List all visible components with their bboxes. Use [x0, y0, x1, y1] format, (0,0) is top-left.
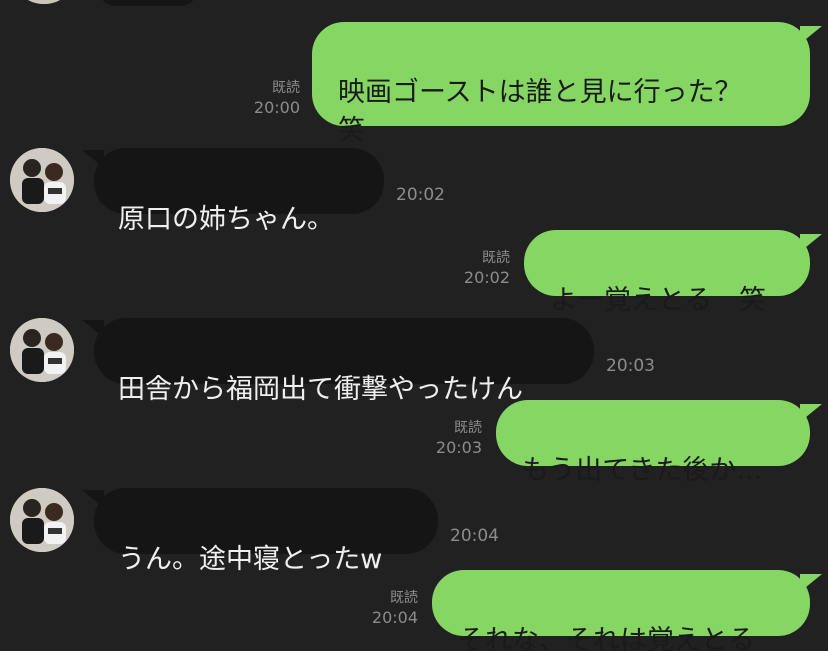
chat-thread[interactable]: 既読 20:00 映画ゴーストは誰と見に行った？ 笑 原口の姉ちゃん。 20:0…: [0, 0, 828, 651]
message-meta: 既読 20:04: [354, 588, 418, 628]
message-bubble-incoming-partial[interactable]: [98, 0, 198, 6]
message-text: うん。途中寝とったw: [118, 544, 383, 575]
contact-avatar[interactable]: [10, 488, 74, 552]
bubble-tail: [800, 574, 822, 592]
read-receipt: 既読: [482, 250, 510, 266]
contact-avatar-photo-icon: [10, 318, 74, 382]
message-bubble-outgoing[interactable]: もう出てきた後か...: [496, 400, 810, 486]
message-text: 原口の姉ちゃん。: [118, 204, 334, 235]
message-meta: 既読 20:02: [446, 248, 510, 288]
contact-avatar[interactable]: [16, 0, 72, 4]
message-bubble-outgoing[interactable]: それな、それは覚えとる: [432, 570, 810, 651]
message-bubble-incoming[interactable]: 原口の姉ちゃん。: [94, 148, 384, 235]
read-receipt: 既読: [454, 420, 482, 436]
bubble-tail: [800, 26, 822, 44]
message-time: 20:03: [606, 356, 655, 376]
message-meta: 既読 20:03: [418, 418, 482, 458]
contact-avatar[interactable]: [10, 318, 74, 382]
bubble-tail: [800, 234, 822, 252]
message-time: 20:04: [450, 526, 499, 546]
message-text: もう出てきた後か...: [522, 455, 763, 486]
read-receipt: 既読: [272, 80, 300, 96]
message-text: よー覚えとる 笑: [550, 285, 766, 316]
message-time: 20:02: [396, 185, 445, 205]
message-time: 20:03: [435, 438, 482, 457]
message-time: 20:00: [253, 98, 300, 117]
contact-avatar-photo-icon: [10, 488, 74, 552]
bubble-tail: [800, 404, 822, 422]
message-time: 20:02: [463, 268, 510, 287]
read-receipt: 既読: [390, 590, 418, 606]
message-bubble-incoming[interactable]: うん。途中寝とったw: [94, 488, 438, 575]
message-text: それな、それは覚えとる: [458, 625, 755, 651]
message-bubble-outgoing[interactable]: よー覚えとる 笑: [524, 230, 810, 316]
contact-avatar[interactable]: [10, 148, 74, 212]
message-meta: 既読 20:00: [236, 78, 300, 118]
message-text: 田舎から福岡出て衝撃やったけん: [118, 374, 523, 405]
message-time: 20:04: [371, 608, 418, 627]
message-text: 映画ゴーストは誰と見に行った？ 笑: [338, 77, 742, 146]
message-bubble-outgoing[interactable]: 映画ゴーストは誰と見に行った？ 笑: [312, 22, 810, 146]
contact-avatar-photo-icon: [10, 148, 74, 212]
message-bubble-incoming[interactable]: 田舎から福岡出て衝撃やったけん: [94, 318, 594, 405]
